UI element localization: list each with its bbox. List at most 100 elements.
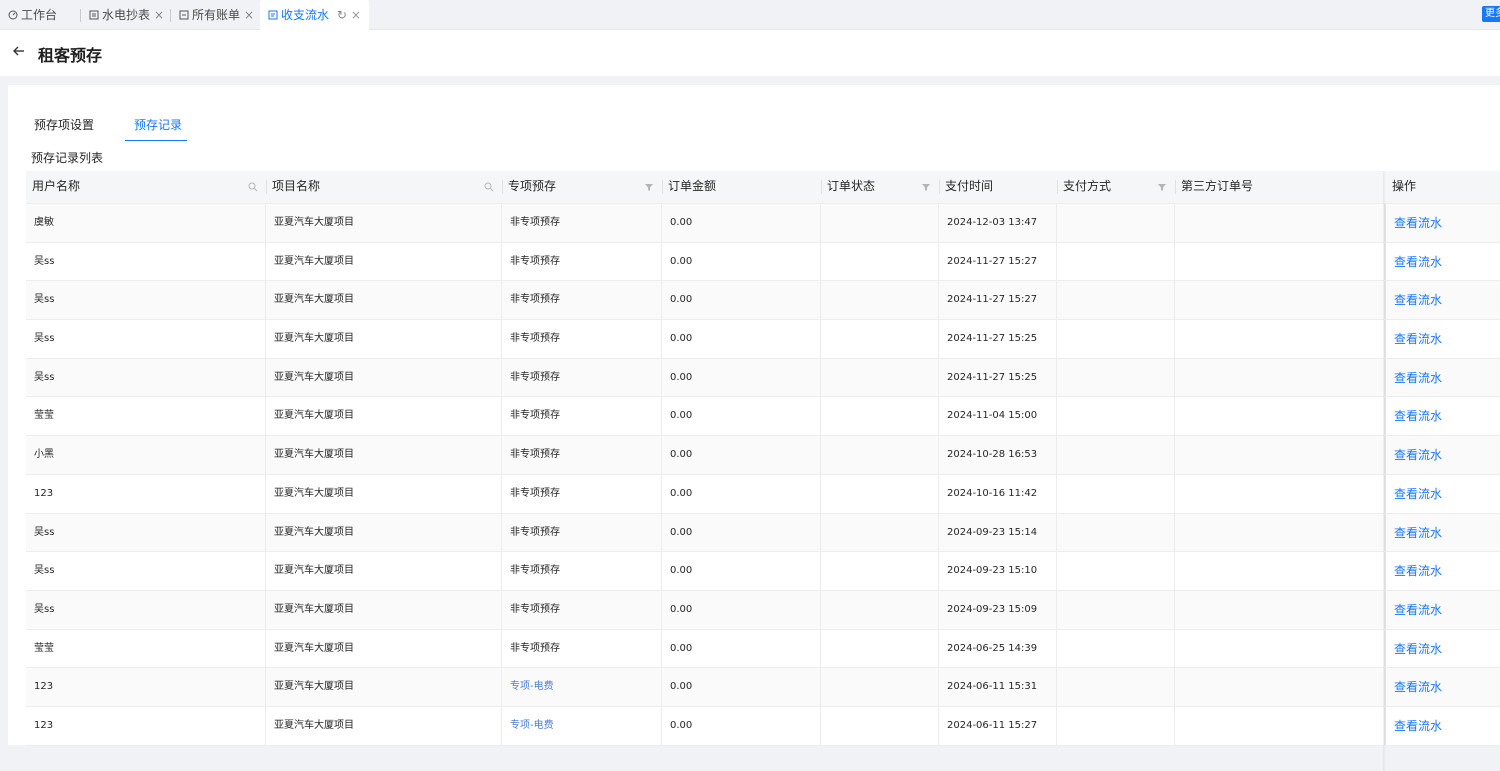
cell-user: 莹莹 [26,629,266,668]
cell-pay-method [1057,320,1175,358]
view-flow-link[interactable]: 查看流水 [1394,642,1442,656]
column-header-amount: 订单金额 [668,179,717,193]
cell-third-party-order [1175,242,1385,281]
cell-pay-method [1057,668,1175,706]
cell-status [821,397,939,436]
view-flow-link[interactable]: 查看流水 [1394,680,1442,694]
cell-special-type: 非专项预存 [502,320,662,358]
table-row: 吴ss 亚夏汽车大厦项目 非专项预存 0.00 2024-11-27 15:25 查看流水 [26,358,1500,398]
cell-actions: 查看流水 [1384,668,1500,706]
search-icon[interactable] [248,182,258,192]
cell-special-type: 专项-电费 [502,668,662,706]
cell-third-party-order [1175,397,1385,436]
cell-status [821,204,939,242]
close-icon[interactable]: × [244,8,254,22]
fixed-column-shadow [1383,171,1386,771]
cell-actions: 查看流水 [1384,474,1500,513]
tab-label: 收支流水 [281,8,330,22]
cell-project: 亚夏汽车大厦项目 [266,590,502,629]
table-row: 虞敏 亚夏汽车大厦项目 非专项预存 0.00 2024-12-03 13:47 查看流水 [26,204,1500,243]
column-header-user: 用户名称 [32,179,81,193]
cell-user: 虞敏 [26,204,266,242]
cell-project: 亚夏汽车大厦项目 [266,629,502,668]
content-card: 预存项设置 预存记录 预存记录列表 用户名称 项目名称 专项预存 订单金额 订单… [8,85,1500,771]
cell-amount: 0.00 [662,320,821,358]
cell-third-party-order [1175,204,1385,242]
cell-pay-method [1057,204,1175,242]
more-tabs-button[interactable]: 更多 [1482,6,1500,22]
cell-user: 吴ss [26,590,266,629]
cell-user: 吴ss [26,552,266,590]
view-flow-link[interactable]: 查看流水 [1394,332,1442,346]
view-flow-link[interactable]: 查看流水 [1394,719,1442,733]
table-row: 吴ss 亚夏汽车大厦项目 非专项预存 0.00 2024-09-23 15:10 查看流水 [26,552,1500,591]
cell-third-party-order [1175,590,1385,629]
view-flow-link[interactable]: 查看流水 [1394,448,1442,462]
view-flow-link[interactable]: 查看流水 [1394,487,1442,501]
cell-project: 亚夏汽车大厦项目 [266,204,502,242]
view-flow-link[interactable]: 查看流水 [1394,293,1442,307]
view-flow-link[interactable]: 查看流水 [1394,526,1442,540]
view-flow-link[interactable]: 查看流水 [1394,564,1442,578]
filter-icon[interactable] [1157,182,1167,192]
tab-meter-reading[interactable]: 水电抄表 × [89,0,164,30]
cell-user: 小黑 [26,436,266,474]
column-header-pay-time: 支付时间 [945,179,994,193]
cell-user: 123 [26,706,266,745]
view-flow-link[interactable]: 查看流水 [1394,216,1442,230]
tab-income-expense-flow[interactable]: 收支流水 ↻ × [260,0,369,30]
view-flow-link[interactable]: 查看流水 [1394,255,1442,269]
cell-actions: 查看流水 [1384,513,1500,552]
refresh-icon[interactable]: ↻ [337,8,347,22]
close-icon[interactable]: × [154,8,164,22]
table-row: 吴ss 亚夏汽车大厦项目 非专项预存 0.00 2024-09-23 15:09 查看流水 [26,590,1500,630]
cell-special-type: 非专项预存 [502,242,662,281]
cell-user: 吴ss [26,358,266,397]
cell-amount: 0.00 [662,668,821,706]
back-arrow-icon[interactable] [12,44,26,58]
filter-icon[interactable] [644,182,654,192]
cell-pay-method [1057,590,1175,629]
subtab-prestore-settings[interactable]: 预存项设置 [34,116,94,133]
table-row: 123 亚夏汽车大厦项目 非专项预存 0.00 2024-10-16 11:42 查看流水 [26,474,1500,514]
cell-special-type: 非专项预存 [502,474,662,513]
cell-special-type: 非专项预存 [502,629,662,668]
tab-bar: 工作台 水电抄表× 所有账单× 收支流水 ↻× 更多 [0,0,1500,30]
cell-third-party-order [1175,436,1385,474]
cell-project: 亚夏汽车大厦项目 [266,706,502,745]
cell-user: 吴ss [26,281,266,320]
search-icon[interactable] [484,182,494,192]
cell-project: 亚夏汽车大厦项目 [266,513,502,552]
cell-status [821,668,939,706]
cell-pay-time: 2024-11-27 15:25 [939,358,1057,397]
cell-special-type: 专项-电费 [502,706,662,745]
table-row: 123 亚夏汽车大厦项目 专项-电费 0.00 2024-06-11 15:31 查看流水 [26,668,1500,707]
cell-special-type: 非专项预存 [502,436,662,474]
view-flow-link[interactable]: 查看流水 [1394,409,1442,423]
table-row: 吴ss 亚夏汽车大厦项目 非专项预存 0.00 2024-11-27 15:27 查看流水 [26,281,1500,321]
view-flow-link[interactable]: 查看流水 [1394,371,1442,385]
column-header-third-party-order: 第三方订单号 [1181,179,1254,193]
column-header-special: 专项预存 [508,179,557,193]
subtab-prestore-records[interactable]: 预存记录 [134,116,182,133]
view-flow-link[interactable]: 查看流水 [1394,603,1442,617]
cell-amount: 0.00 [662,706,821,745]
cell-project: 亚夏汽车大厦项目 [266,242,502,281]
cell-special-type: 非专项预存 [502,358,662,397]
bill-icon [179,10,189,20]
cell-user: 123 [26,668,266,706]
cell-pay-time: 2024-11-04 15:00 [939,397,1057,436]
ledger-icon [268,10,278,20]
cell-pay-method [1057,436,1175,474]
cell-actions: 查看流水 [1384,436,1500,474]
cell-pay-method [1057,474,1175,513]
cell-status [821,513,939,552]
tab-label: 水电抄表 [102,8,151,22]
page-title: 租客预存 [38,48,103,65]
tab-all-bills[interactable]: 所有账单 × [179,0,254,30]
filter-icon[interactable] [921,182,931,192]
tab-dashboard[interactable]: 工作台 [8,0,57,30]
close-icon[interactable]: × [351,8,361,22]
cell-pay-time: 2024-06-11 15:27 [939,706,1057,745]
cell-project: 亚夏汽车大厦项目 [266,281,502,320]
